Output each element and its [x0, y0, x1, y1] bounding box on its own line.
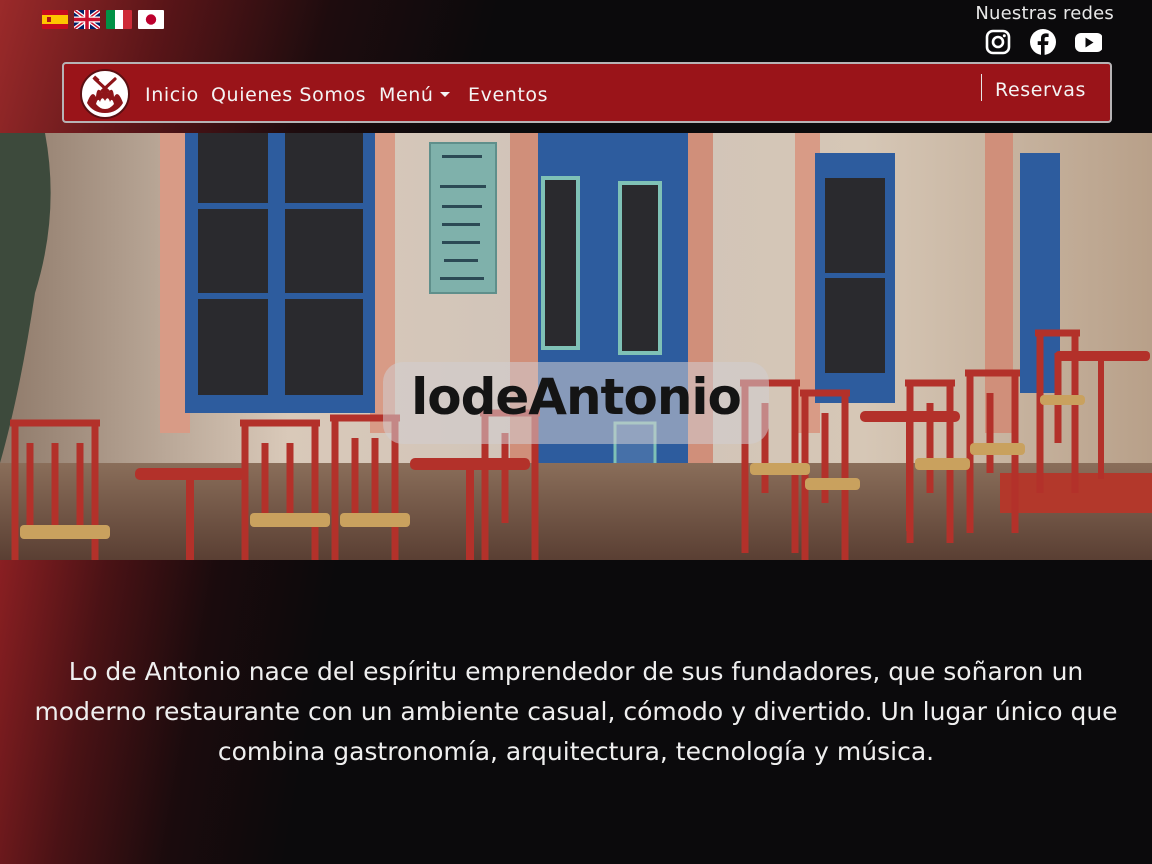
- japan-flag-icon[interactable]: [138, 10, 164, 29]
- italy-flag-icon[interactable]: [106, 10, 132, 29]
- restaurant-logo-icon[interactable]: [80, 69, 130, 119]
- social-title: Nuestras redes: [975, 3, 1114, 24]
- nav-divider: [981, 74, 982, 101]
- instagram-icon[interactable]: [984, 28, 1012, 56]
- nav-item-inicio[interactable]: Inicio: [145, 84, 199, 106]
- youtube-icon[interactable]: [1074, 28, 1102, 56]
- language-selector: [42, 10, 164, 29]
- uk-flag-icon[interactable]: [74, 10, 100, 29]
- reservations-link[interactable]: Reservas: [995, 79, 1086, 101]
- facebook-icon[interactable]: [1029, 28, 1057, 56]
- nav-item-quienes-somos[interactable]: Quienes Somos: [211, 84, 366, 106]
- hero-image: [0, 133, 1152, 560]
- spain-flag-icon[interactable]: [42, 10, 68, 29]
- nav-item-menu-label: Menú: [379, 84, 434, 106]
- hero-title: lodeAntonio: [411, 368, 742, 426]
- nav-item-eventos[interactable]: Eventos: [468, 84, 548, 106]
- about-text: Lo de Antonio nace del espíritu emprende…: [34, 657, 1118, 766]
- nav-item-menu[interactable]: Menú: [379, 84, 450, 106]
- main-navbar: Inicio Quienes Somos Menú Eventos Reserv…: [62, 62, 1112, 123]
- social-links: [984, 28, 1102, 56]
- chevron-down-icon: [439, 92, 450, 97]
